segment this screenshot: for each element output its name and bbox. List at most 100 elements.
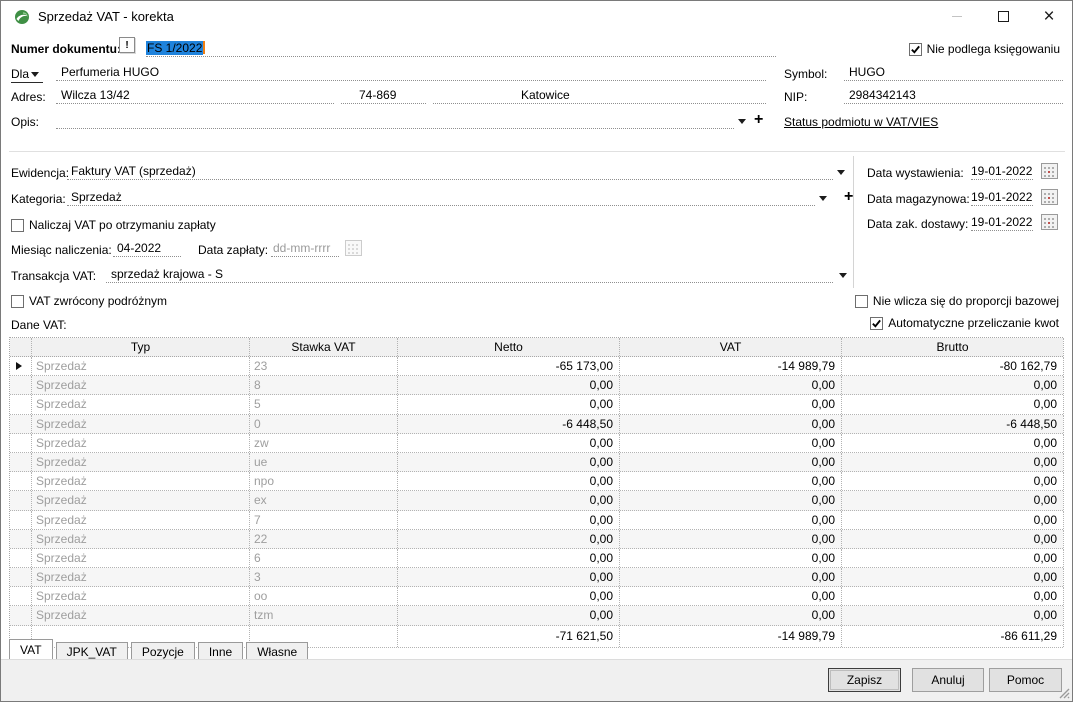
cell-netto[interactable]: -6 448,50 [398,415,620,433]
cell-typ[interactable]: Sprzedaż [32,511,250,529]
adres-kod-field[interactable]: 74-869 [341,87,426,104]
maximize-button[interactable] [980,1,1026,32]
cell-stawka[interactable]: 3 [250,568,398,586]
cell-netto[interactable]: 0,00 [398,472,620,490]
cell-brutto[interactable]: 0,00 [842,434,1064,452]
cell-brutto[interactable]: 0,00 [842,530,1064,548]
cell-vat[interactable]: 0,00 [620,568,842,586]
cell-stawka[interactable]: 6 [250,549,398,567]
cell-netto[interactable]: 0,00 [398,606,620,624]
cell-typ[interactable]: Sprzedaż [32,549,250,567]
table-row[interactable]: Sprzedażtzm0,000,000,00 [10,606,1063,625]
cell-typ[interactable]: Sprzedaż [32,587,250,605]
nie-wlicza-proporcji-checkbox[interactable]: Nie wlicza się do proporcji bazowej [855,294,1059,308]
opis-add-button[interactable]: + [754,113,763,127]
table-row[interactable]: Sprzedażue0,000,000,00 [10,453,1063,472]
row-marker-cell[interactable] [10,587,32,605]
cell-stawka[interactable]: 8 [250,376,398,394]
document-number-options-button[interactable]: ! [119,37,135,53]
cell-stawka[interactable]: tzm [250,606,398,624]
table-row[interactable]: Sprzedaż60,000,000,00 [10,549,1063,568]
cell-typ[interactable]: Sprzedaż [32,568,250,586]
cell-netto[interactable]: 0,00 [398,530,620,548]
cell-brutto[interactable]: 0,00 [842,472,1064,490]
table-row[interactable]: Sprzedaż30,000,000,00 [10,568,1063,587]
cell-vat[interactable]: 0,00 [620,415,842,433]
cell-brutto[interactable]: 0,00 [842,376,1064,394]
minimize-button[interactable] [934,1,980,32]
cell-vat[interactable]: 0,00 [620,511,842,529]
row-marker-cell[interactable] [10,434,32,452]
cell-brutto[interactable]: -6 448,50 [842,415,1064,433]
row-marker-cell[interactable] [10,472,32,490]
cell-netto[interactable]: 0,00 [398,587,620,605]
cell-stawka[interactable]: 0 [250,415,398,433]
table-row[interactable]: Sprzedaż50,000,000,00 [10,395,1063,414]
row-marker-cell[interactable] [10,530,32,548]
cell-typ[interactable]: Sprzedaż [32,472,250,490]
cell-brutto[interactable]: 0,00 [842,549,1064,567]
kategoria-dropdown-arrow-icon[interactable] [819,196,827,205]
zapisz-button[interactable]: Zapisz [828,668,901,692]
cell-netto[interactable]: 0,00 [398,453,620,471]
adres-miasto-field[interactable]: Katowice [433,87,766,104]
cell-brutto[interactable]: 0,00 [842,491,1064,509]
cell-typ[interactable]: Sprzedaż [32,415,250,433]
cell-stawka[interactable]: npo [250,472,398,490]
header-brutto[interactable]: Brutto [842,338,1064,356]
header-netto[interactable]: Netto [398,338,620,356]
data-magazynowa-field[interactable]: 19-01-2022 [971,189,1033,206]
title-bar[interactable]: Sprzedaż VAT - korekta × [1,1,1072,32]
tab-vat[interactable]: VAT [9,639,53,661]
cell-brutto[interactable]: 0,00 [842,395,1064,413]
cell-vat[interactable]: -14 989,79 [620,357,842,375]
resize-grip[interactable] [1057,686,1070,699]
cell-typ[interactable]: Sprzedaż [32,530,250,548]
table-row[interactable]: Sprzedaż70,000,000,00 [10,511,1063,530]
ewidencja-field[interactable]: Faktury VAT (sprzedaż) [67,163,833,180]
dane-vat-table[interactable]: Typ Stawka VAT Netto VAT Brutto Sprzedaż… [9,337,1063,648]
opis-dropdown-arrow-icon[interactable] [738,119,746,128]
cell-vat[interactable]: 0,00 [620,606,842,624]
cell-brutto[interactable]: 0,00 [842,606,1064,624]
row-marker-cell[interactable] [10,606,32,624]
nie-podlega-ksiegowaniu-checkbox[interactable]: Nie podlega księgowaniu [909,42,1060,56]
table-row[interactable]: Sprzedażzw0,000,000,00 [10,434,1063,453]
cell-stawka[interactable]: oo [250,587,398,605]
nip-field[interactable]: 2984342143 [844,87,1063,104]
row-marker-cell[interactable] [10,511,32,529]
cell-typ[interactable]: Sprzedaż [32,606,250,624]
anuluj-button[interactable]: Anuluj [912,668,984,692]
transakcja-dropdown-arrow-icon[interactable] [839,273,847,282]
row-marker-cell[interactable] [10,568,32,586]
cell-vat[interactable]: 0,00 [620,434,842,452]
cell-brutto[interactable]: 0,00 [842,453,1064,471]
row-marker-cell[interactable] [10,395,32,413]
cell-vat[interactable]: 0,00 [620,530,842,548]
data-zak-dostawy-field[interactable]: 19-01-2022 [971,214,1033,231]
cell-netto[interactable]: 0,00 [398,395,620,413]
cell-stawka[interactable]: 22 [250,530,398,548]
table-row[interactable]: Sprzedażoo0,000,000,00 [10,587,1063,606]
row-marker-cell[interactable] [10,453,32,471]
table-row[interactable]: Sprzedażnpo0,000,000,00 [10,472,1063,491]
cell-netto[interactable]: -65 173,00 [398,357,620,375]
table-row[interactable]: Sprzedaż80,000,000,00 [10,376,1063,395]
cell-vat[interactable]: 0,00 [620,587,842,605]
cell-brutto[interactable]: -80 162,79 [842,357,1064,375]
miesiac-naliczenia-field[interactable]: 04-2022 [113,240,181,257]
data-zaplaty-field[interactable]: dd-mm-rrrr [271,240,339,257]
data-wystawienia-calendar-icon[interactable] [1041,163,1058,179]
cell-brutto[interactable]: 0,00 [842,568,1064,586]
dla-field[interactable]: Perfumeria HUGO [56,64,766,81]
cell-brutto[interactable]: 0,00 [842,587,1064,605]
transakcja-vat-field[interactable]: sprzedaż krajowa - S [106,266,833,283]
cell-brutto[interactable]: 0,00 [842,511,1064,529]
cell-vat[interactable]: 0,00 [620,395,842,413]
cell-typ[interactable]: Sprzedaż [32,453,250,471]
vat-zwrocony-checkbox[interactable]: VAT zwrócony podróżnym [11,294,167,308]
symbol-field[interactable]: HUGO [844,64,1063,81]
cell-typ[interactable]: Sprzedaż [32,395,250,413]
cell-netto[interactable]: 0,00 [398,549,620,567]
kategoria-add-button[interactable]: + [844,190,853,204]
